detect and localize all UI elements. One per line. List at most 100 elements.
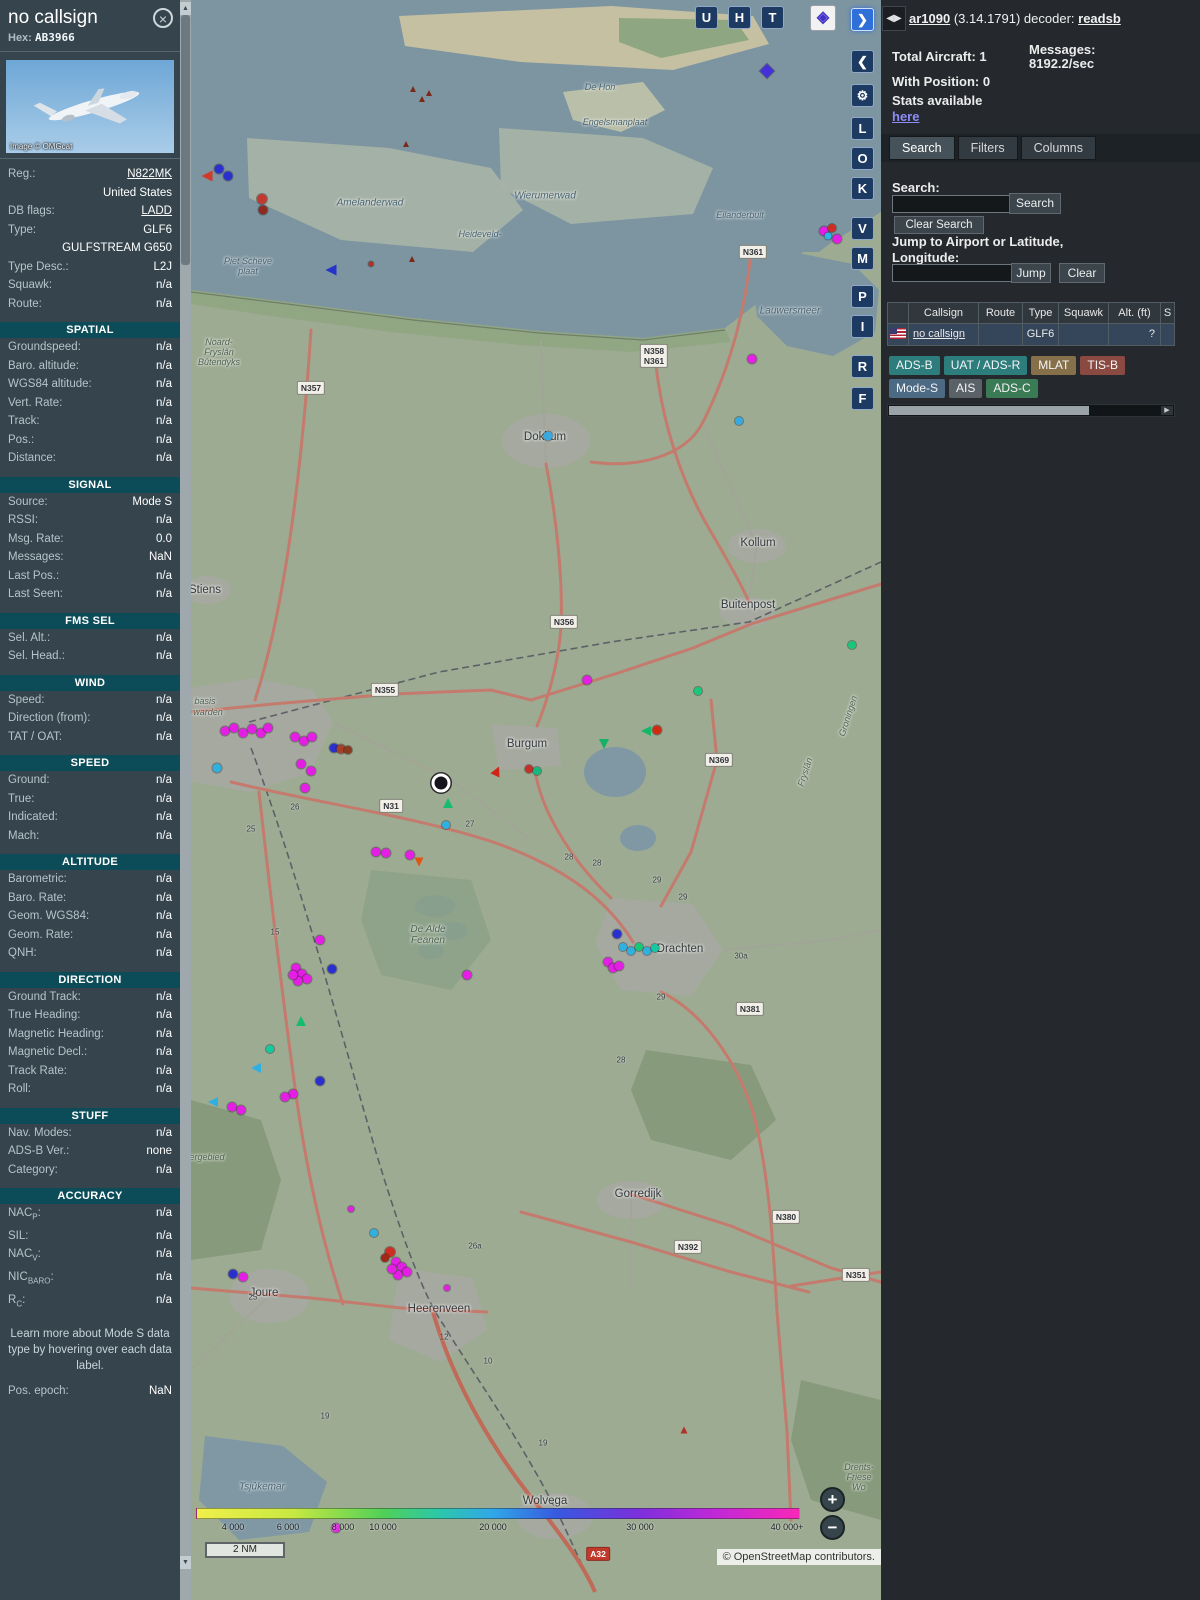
aircraft-marker[interactable] bbox=[371, 847, 381, 857]
map-button-T[interactable]: T bbox=[761, 6, 784, 29]
map-button-H[interactable]: H bbox=[728, 6, 751, 29]
aircraft-marker[interactable] bbox=[214, 164, 224, 174]
map-button-L[interactable]: L bbox=[851, 117, 874, 140]
aircraft-marker[interactable] bbox=[327, 964, 337, 974]
aircraft-marker[interactable] bbox=[582, 675, 592, 685]
map[interactable]: De Hon Engelsmanplaat Amelanderwad Wierumer… bbox=[191, 0, 881, 1600]
aircraft-marker[interactable] bbox=[228, 1269, 238, 1279]
column-header[interactable]: S bbox=[1161, 302, 1175, 324]
aircraft-marker[interactable] bbox=[238, 1272, 248, 1282]
map-button-R[interactable]: R bbox=[851, 355, 874, 378]
source-badge-ads-b[interactable]: ADS-B bbox=[889, 356, 940, 375]
map-button-K[interactable]: K bbox=[851, 177, 874, 200]
aircraft-marker[interactable] bbox=[306, 766, 316, 776]
aircraft-marker[interactable] bbox=[612, 929, 622, 939]
column-header[interactable] bbox=[887, 302, 909, 324]
aircraft-marker[interactable] bbox=[257, 194, 267, 204]
column-header[interactable]: Alt. (ft) bbox=[1109, 302, 1161, 324]
selected-aircraft-marker[interactable] bbox=[431, 773, 451, 793]
aircraft-marker[interactable] bbox=[832, 234, 842, 244]
aircraft-marker[interactable] bbox=[223, 171, 233, 181]
aircraft-marker[interactable] bbox=[296, 759, 306, 769]
table-row[interactable]: no callsign GLF6? bbox=[887, 324, 1175, 346]
aircraft-marker[interactable] bbox=[300, 783, 310, 793]
aircraft-marker[interactable] bbox=[368, 261, 374, 267]
aircraft-marker[interactable] bbox=[462, 970, 472, 980]
source-badge-ais[interactable]: AIS bbox=[949, 379, 983, 398]
layer-switcher-button[interactable]: ◈ bbox=[810, 5, 836, 31]
map-button-V[interactable]: V bbox=[851, 217, 874, 240]
sidebar-collapse-button[interactable]: ◀▶ bbox=[882, 6, 906, 31]
map-button-U[interactable]: U bbox=[695, 6, 718, 29]
settings-gear-icon[interactable]: ⚙ bbox=[851, 84, 874, 107]
close-icon[interactable]: × bbox=[153, 8, 173, 28]
source-badge-tis-b[interactable]: TIS-B bbox=[1080, 356, 1126, 375]
aircraft-marker[interactable] bbox=[747, 354, 757, 364]
aircraft-marker[interactable] bbox=[236, 1105, 246, 1115]
scroll-up-icon[interactable]: ▲ bbox=[180, 2, 191, 15]
aircraft-marker[interactable] bbox=[229, 723, 239, 733]
aircraft-marker[interactable] bbox=[370, 1229, 378, 1237]
aircraft-marker[interactable] bbox=[614, 961, 624, 971]
clear-search-button[interactable]: Clear Search bbox=[894, 216, 984, 234]
aircraft-marker[interactable] bbox=[824, 232, 832, 240]
aircraft-marker[interactable] bbox=[288, 1089, 298, 1099]
aircraft-marker[interactable] bbox=[348, 1206, 354, 1212]
column-header[interactable]: Squawk bbox=[1059, 302, 1109, 324]
collapse-sidebar-icon[interactable]: ❮ bbox=[851, 50, 874, 73]
search-button[interactable]: Search bbox=[1009, 193, 1061, 214]
field-value-link[interactable]: LADD bbox=[141, 204, 172, 219]
aircraft-marker[interactable] bbox=[288, 970, 298, 980]
column-header[interactable]: Route bbox=[979, 302, 1023, 324]
aircraft-marker[interactable] bbox=[694, 687, 702, 695]
tab-search[interactable]: Search bbox=[889, 136, 955, 160]
aircraft-marker[interactable] bbox=[238, 728, 248, 738]
scroll-right-icon[interactable]: ▶ bbox=[1161, 406, 1173, 415]
zoom-out-button[interactable]: − bbox=[820, 1515, 845, 1540]
source-badge-uat-ads-r[interactable]: UAT / ADS-R bbox=[943, 356, 1028, 375]
aircraft-marker[interactable] bbox=[247, 724, 257, 734]
aircraft-marker[interactable] bbox=[387, 1264, 397, 1274]
aircraft-marker[interactable] bbox=[543, 431, 553, 441]
clear-button[interactable]: Clear bbox=[1059, 263, 1105, 283]
aircraft-marker[interactable] bbox=[344, 746, 352, 754]
aircraft-marker[interactable] bbox=[533, 767, 541, 775]
zoom-in-button[interactable]: + bbox=[820, 1487, 845, 1512]
aircraft-photo[interactable]: Image © OMGcat bbox=[6, 60, 174, 153]
aircraft-marker[interactable] bbox=[212, 763, 222, 773]
aircraft-marker[interactable] bbox=[302, 974, 312, 984]
scrollbar-thumb[interactable] bbox=[181, 15, 190, 265]
aircraft-marker[interactable] bbox=[315, 935, 325, 945]
aircraft-marker[interactable] bbox=[280, 1092, 290, 1102]
scrollbar-thumb[interactable] bbox=[889, 406, 1089, 415]
source-badge-mlat[interactable]: MLAT bbox=[1031, 356, 1077, 375]
column-header[interactable]: Type bbox=[1023, 302, 1059, 324]
aircraft-marker[interactable] bbox=[848, 641, 856, 649]
jump-button[interactable]: Jump bbox=[1011, 263, 1051, 283]
jump-input[interactable] bbox=[892, 264, 1012, 282]
map-button-P[interactable]: P bbox=[851, 285, 874, 308]
source-badge-ads-c[interactable]: ADS-C bbox=[986, 379, 1038, 398]
scroll-down-icon[interactable]: ▼ bbox=[180, 1556, 191, 1569]
aircraft-marker[interactable] bbox=[735, 417, 743, 425]
aircraft-marker[interactable] bbox=[627, 947, 635, 955]
callsign-link[interactable]: no callsign bbox=[909, 324, 979, 346]
map-button-O[interactable]: O bbox=[851, 147, 874, 170]
aircraft-marker[interactable] bbox=[402, 1267, 412, 1277]
aircraft-marker[interactable] bbox=[442, 821, 450, 829]
detail-panel-scrollbar[interactable]: ▲ ▼ bbox=[180, 0, 191, 1600]
aircraft-marker[interactable] bbox=[635, 943, 643, 951]
map-button-F[interactable]: F bbox=[851, 387, 874, 410]
aircraft-marker[interactable] bbox=[315, 1076, 325, 1086]
aircraft-marker[interactable] bbox=[220, 726, 230, 736]
aircraft-marker[interactable] bbox=[652, 725, 662, 735]
search-input[interactable] bbox=[892, 195, 1012, 213]
expand-sidebar-icon[interactable]: ❯ bbox=[851, 8, 874, 31]
aircraft-marker[interactable] bbox=[525, 765, 533, 773]
aircraft-marker[interactable] bbox=[266, 1045, 274, 1053]
column-header[interactable]: Callsign bbox=[909, 302, 979, 324]
aircraft-marker[interactable] bbox=[643, 947, 651, 955]
aircraft-marker[interactable] bbox=[258, 205, 268, 215]
field-value-link[interactable]: N822MK bbox=[127, 167, 172, 182]
aircraft-marker[interactable] bbox=[307, 732, 317, 742]
